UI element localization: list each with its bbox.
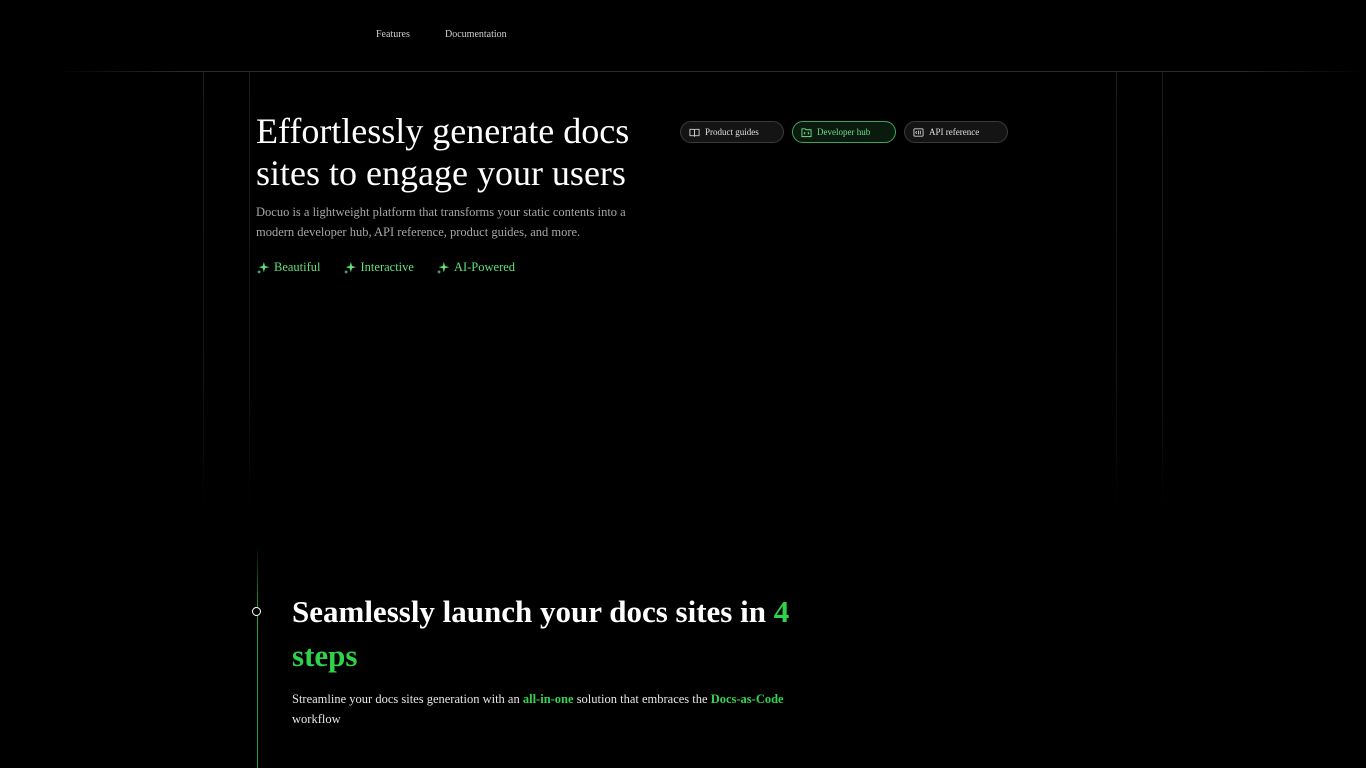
doc-type-tabs: Product guides Developer hub API referen… — [680, 121, 1008, 143]
grid-line — [203, 72, 204, 512]
feature-label: AI-Powered — [453, 260, 516, 274]
nav-divider — [55, 71, 1366, 72]
grid-line — [249, 72, 250, 512]
sparkle-icon — [256, 261, 270, 274]
book-icon — [689, 128, 700, 137]
steps-sub-text-2: solution that embraces the — [573, 692, 711, 706]
top-nav: Features Documentation — [0, 0, 1366, 71]
feature-list: Beautiful Interactive AI-Powered — [256, 260, 515, 275]
tab-label: Developer hub — [817, 127, 871, 137]
feature-label: Interactive — [360, 260, 414, 274]
steps-sub-text-1: Streamline your docs sites generation wi… — [292, 692, 523, 706]
steps-sub-accent-2: Docs-as-Code — [710, 692, 784, 706]
feature-interactive: Interactive — [343, 260, 414, 275]
steps-title-text: Seamlessly launch your docs sites in — [292, 594, 774, 629]
tab-api-reference[interactable]: API reference — [904, 121, 1008, 143]
hero-title: Effortlessly generate docs sites to enga… — [256, 111, 630, 193]
api-icon — [913, 127, 924, 137]
nav-link-features[interactable]: Features — [376, 29, 410, 40]
feature-beautiful: Beautiful — [256, 260, 321, 275]
tab-product-guides[interactable]: Product guides — [680, 121, 784, 143]
feature-ai-powered: AI-Powered — [436, 260, 515, 275]
steps-section-title: Seamlessly launch your docs sites in 4 s… — [292, 590, 852, 678]
feature-label: Beautiful — [274, 260, 321, 274]
sparkle-icon — [343, 261, 356, 274]
tab-label: API reference — [929, 127, 980, 137]
steps-sub-text-3: workflow — [292, 712, 341, 726]
hero-subtitle: Docuo is a lightweight platform that tra… — [256, 205, 626, 239]
tab-developer-hub[interactable]: Developer hub — [792, 121, 896, 143]
steps-section-subtitle: Streamline your docs sites generation wi… — [292, 689, 832, 729]
tab-label: Product guides — [705, 127, 759, 137]
timeline-dot — [252, 607, 261, 616]
grid-line — [1116, 72, 1117, 512]
timeline-line — [257, 545, 258, 768]
grid-line — [1162, 72, 1163, 512]
nav-link-documentation[interactable]: Documentation — [445, 29, 507, 40]
steps-sub-accent-1: all-in-one — [522, 692, 574, 706]
sparkle-icon — [436, 261, 450, 274]
folder-code-icon — [801, 127, 812, 137]
